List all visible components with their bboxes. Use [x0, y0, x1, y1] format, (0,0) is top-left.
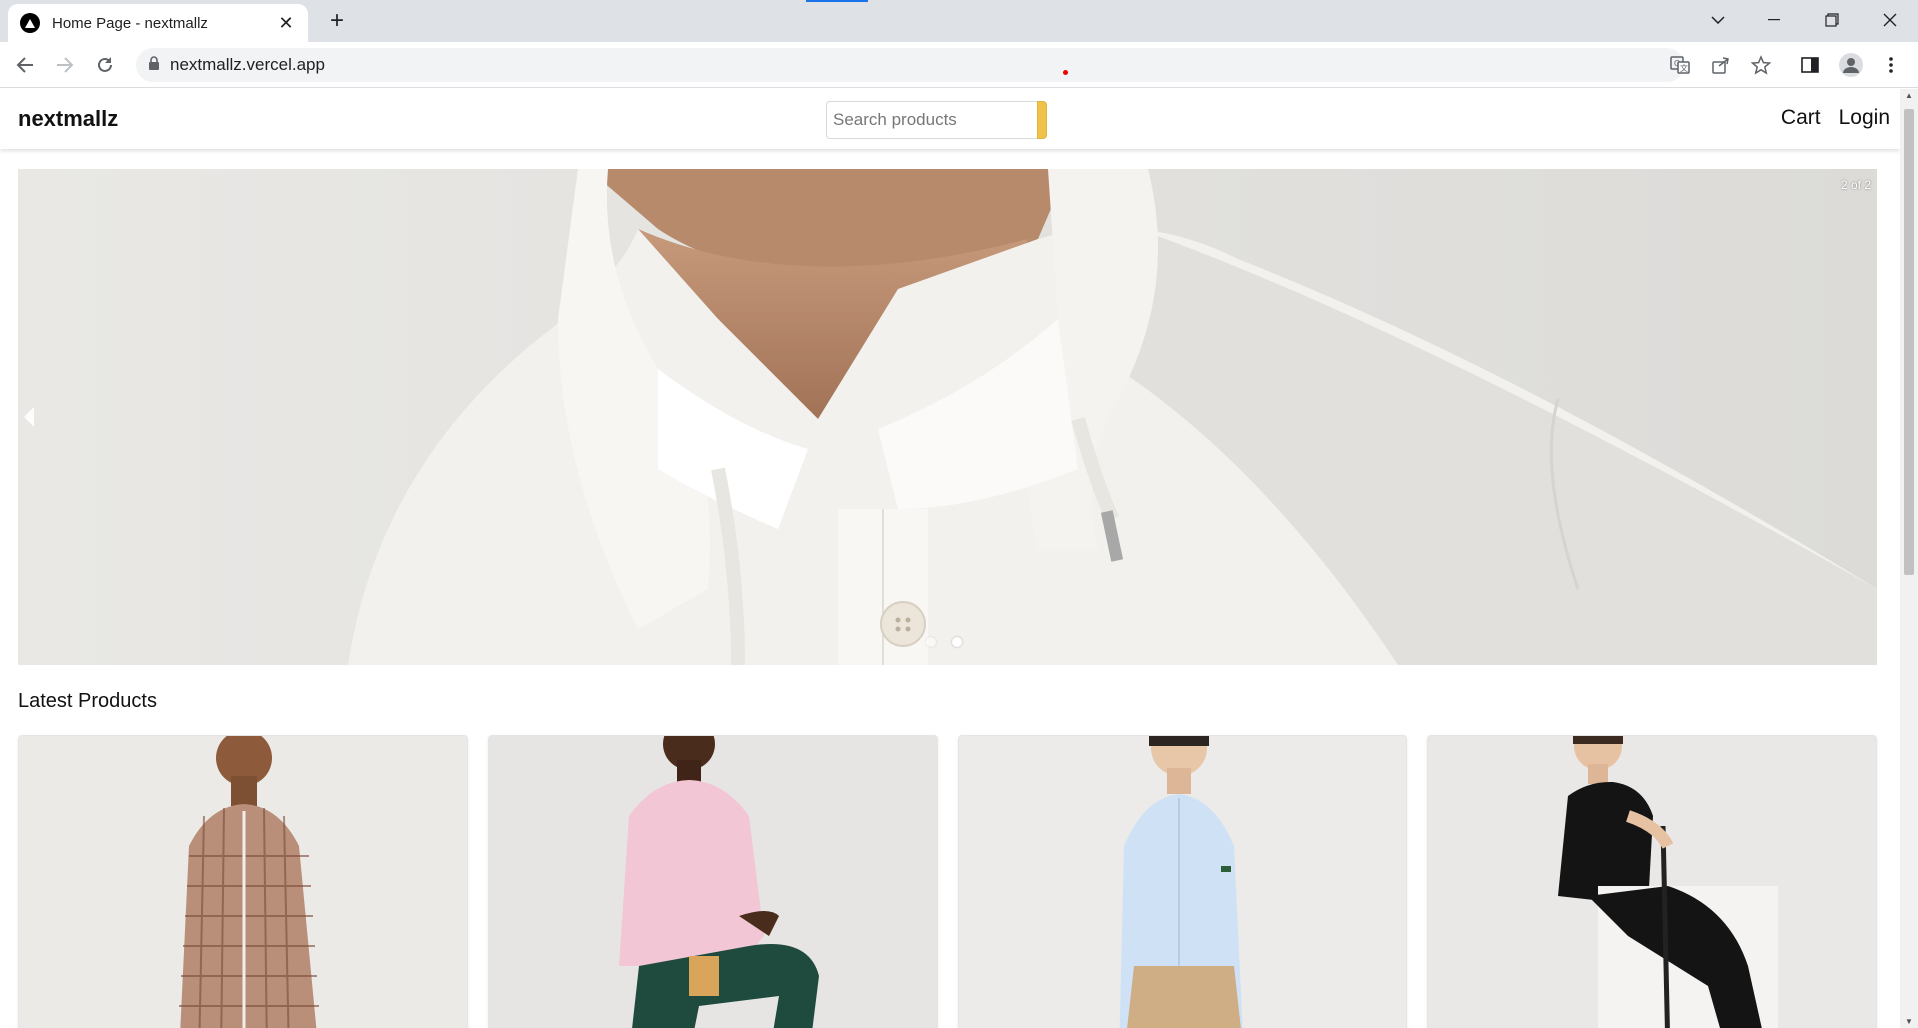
- product-image: [488, 736, 937, 1028]
- latest-products-title: Latest Products: [18, 690, 157, 712]
- lock-icon[interactable]: [148, 55, 160, 75]
- page-viewport: nextmallz Cart Login: [0, 89, 1900, 1028]
- product-image: [958, 736, 1407, 1028]
- tab-title: Home Page - nextmallz: [52, 14, 208, 32]
- brand-logo[interactable]: nextmallz: [18, 106, 118, 132]
- search-button[interactable]: [1037, 101, 1047, 139]
- product-card[interactable]: [487, 735, 938, 1028]
- header-nav: Cart Login: [1781, 106, 1890, 130]
- hero-carousel[interactable]: 2 of 2: [18, 169, 1877, 665]
- product-card[interactable]: [18, 735, 468, 1028]
- profile-avatar-icon[interactable]: [1836, 50, 1866, 80]
- search-form: [826, 101, 1047, 139]
- back-arrow-icon[interactable]: [10, 50, 40, 80]
- scroll-up-arrow-icon[interactable]: ▲: [1904, 91, 1914, 100]
- side-panel-icon[interactable]: [1795, 50, 1825, 80]
- product-image: [1428, 736, 1877, 1028]
- minimize-button[interactable]: [1746, 0, 1802, 40]
- share-icon[interactable]: [1706, 50, 1736, 80]
- forward-arrow-icon[interactable]: [50, 50, 80, 80]
- search-input[interactable]: [826, 101, 1037, 139]
- tab-search-chevron-icon[interactable]: [1690, 0, 1746, 40]
- address-bar[interactable]: nextmallz.vercel.app: [136, 48, 1684, 82]
- carousel-prev-arrow-icon[interactable]: [24, 407, 34, 427]
- browser-tab[interactable]: Home Page - nextmallz ✕: [8, 4, 308, 42]
- close-window-button[interactable]: [1862, 0, 1918, 40]
- scroll-down-arrow-icon[interactable]: ▼: [1904, 1017, 1914, 1026]
- bookmark-star-icon[interactable]: [1746, 50, 1776, 80]
- restore-button[interactable]: [1804, 0, 1860, 40]
- svg-text:文: 文: [1680, 63, 1688, 73]
- tab-loading-indicator: [806, 0, 868, 2]
- site-header: nextmallz Cart Login: [0, 89, 1900, 149]
- new-tab-button[interactable]: +: [322, 6, 352, 36]
- browser-toolbar: nextmallz.vercel.app G文: [0, 42, 1918, 88]
- reload-icon[interactable]: [90, 50, 120, 80]
- browser-menu-icon[interactable]: [1876, 50, 1906, 80]
- vercel-favicon-icon: [20, 13, 40, 33]
- carousel-dot-2[interactable]: [952, 637, 962, 647]
- product-image: [19, 736, 467, 1028]
- slide-counter: 2 of 2: [1840, 178, 1871, 192]
- translate-icon[interactable]: G文: [1665, 50, 1695, 80]
- hero-slide-image: [18, 169, 1877, 665]
- browser-tabbar: Home Page - nextmallz ✕ +: [0, 0, 1918, 42]
- page-scrollbar[interactable]: ▲ ▼: [1900, 89, 1918, 1028]
- product-grid: [18, 735, 1877, 1028]
- product-card[interactable]: [957, 735, 1408, 1028]
- carousel-dot-1[interactable]: [926, 637, 936, 647]
- loading-dot: [1063, 70, 1068, 75]
- cart-link[interactable]: Cart: [1781, 106, 1821, 130]
- carousel-dots: [926, 637, 962, 647]
- login-link[interactable]: Login: [1839, 106, 1890, 130]
- tab-close-icon[interactable]: ✕: [276, 13, 296, 34]
- scrollbar-thumb[interactable]: [1904, 109, 1914, 575]
- product-card[interactable]: [1427, 735, 1877, 1028]
- url-text: nextmallz.vercel.app: [170, 55, 325, 74]
